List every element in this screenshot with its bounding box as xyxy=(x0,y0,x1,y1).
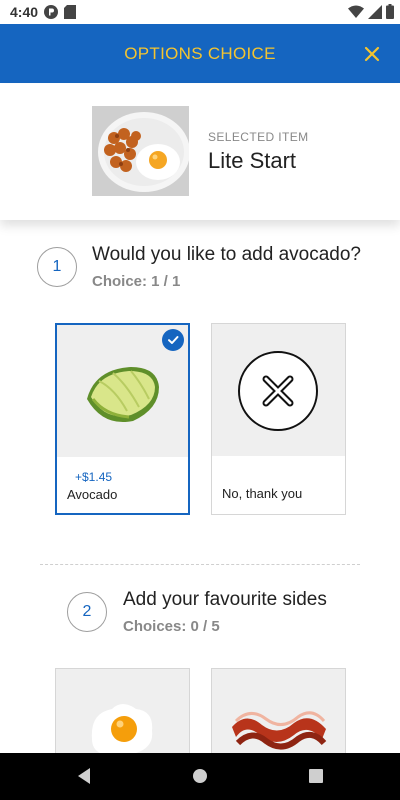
question-title-2: Add your favourite sides xyxy=(123,589,327,610)
status-bar: 4:40 xyxy=(0,0,400,24)
step-number-1: 1 xyxy=(37,247,77,287)
close-button[interactable] xyxy=(358,40,386,68)
question-choice-count-2: Choices: 0 / 5 xyxy=(123,618,220,635)
app-notification-icon xyxy=(44,5,58,22)
selected-item-name: Lite Start xyxy=(208,148,297,173)
page-title: OPTIONS CHOICE xyxy=(124,44,276,63)
question-title-1: Would you like to add avocado? xyxy=(92,244,361,265)
close-circle-icon xyxy=(238,351,318,431)
bacon-image xyxy=(212,669,345,759)
option-label: Avocado xyxy=(67,487,118,502)
no-selection-image xyxy=(212,324,345,456)
sd-card-icon xyxy=(64,5,76,22)
app-header: OPTIONS CHOICE xyxy=(0,24,400,83)
checkmark-icon xyxy=(162,329,184,351)
wifi-icon xyxy=(348,5,364,22)
status-time: 4:40 xyxy=(10,4,39,20)
option-no-thank-you[interactable]: No, thank you xyxy=(211,323,346,515)
home-icon[interactable] xyxy=(192,767,208,790)
step-number-2: 2 xyxy=(67,592,107,632)
question-choice-count-1: Choice: 1 / 1 xyxy=(92,273,181,290)
battery-icon xyxy=(386,4,394,22)
option-price: +$1.45 xyxy=(75,470,113,484)
selected-item-image xyxy=(92,106,189,196)
system-navigation-bar xyxy=(0,753,400,800)
option-egg[interactable] xyxy=(55,668,190,759)
selected-item-label: SELECTED ITEM xyxy=(208,130,309,144)
cell-signal-icon xyxy=(368,5,382,22)
close-icon xyxy=(364,46,380,62)
selected-item-card: SELECTED ITEM Lite Start xyxy=(0,84,400,220)
fried-egg-image xyxy=(56,669,189,759)
option-label: No, thank you xyxy=(222,486,303,501)
section-divider xyxy=(40,564,360,565)
option-bacon[interactable] xyxy=(211,668,346,759)
option-avocado[interactable]: +$1.45 Avocado xyxy=(55,323,190,515)
recents-icon[interactable] xyxy=(308,767,324,790)
back-icon[interactable] xyxy=(76,767,92,790)
